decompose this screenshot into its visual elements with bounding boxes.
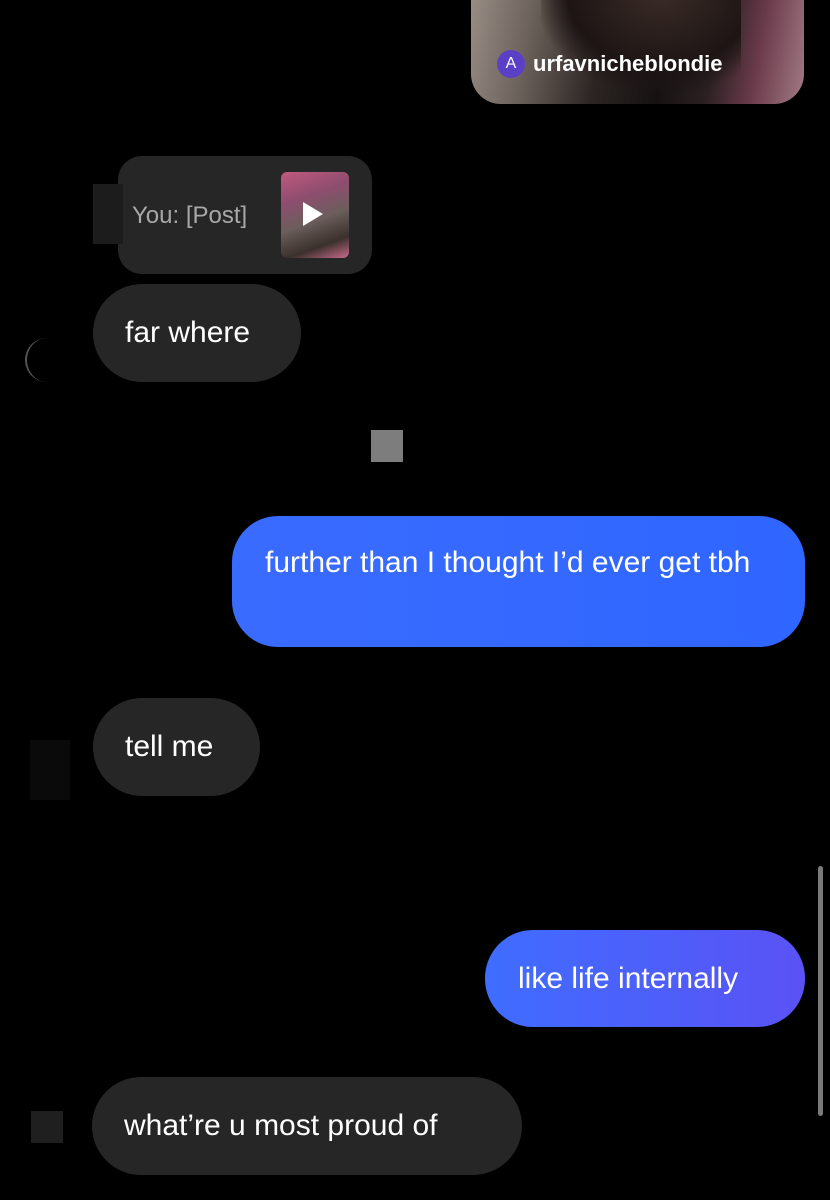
message-text: like life internally [518,961,739,995]
sender-avatar[interactable] [25,338,69,382]
message-bubble-incoming[interactable]: tell me [93,698,260,796]
post-reply-label: You: [Post] [132,202,248,229]
message-text: what’re u most proud of [124,1109,438,1142]
author-avatar: A [497,50,525,78]
scrollbar[interactable] [818,866,823,1116]
message-bubble-incoming[interactable]: what’re u most proud of [92,1077,522,1175]
message-text: far where [125,316,251,349]
post-author[interactable]: A urfavnicheblondie [497,50,722,78]
author-handle: urfavnicheblondie [533,51,723,76]
shared-post-card[interactable]: A urfavnicheblondie [471,0,804,104]
message-text: further than I thought I’d ever get tbh [265,546,751,579]
redacted-block [93,184,123,244]
message-bubble-outgoing[interactable]: further than I thought I’d ever get tbh [232,516,805,647]
redacted-avatar [30,740,70,800]
post-reply-bubble[interactable]: You: [Post] [118,156,372,274]
message-bubble-outgoing[interactable]: like life internally [485,930,805,1027]
post-thumbnail[interactable] [281,172,349,258]
sender-avatar[interactable] [31,1111,63,1143]
play-icon [303,202,323,226]
message-text: tell me [125,730,214,763]
redacted-indicator [371,430,403,462]
message-bubble-incoming[interactable]: far where [93,284,301,382]
